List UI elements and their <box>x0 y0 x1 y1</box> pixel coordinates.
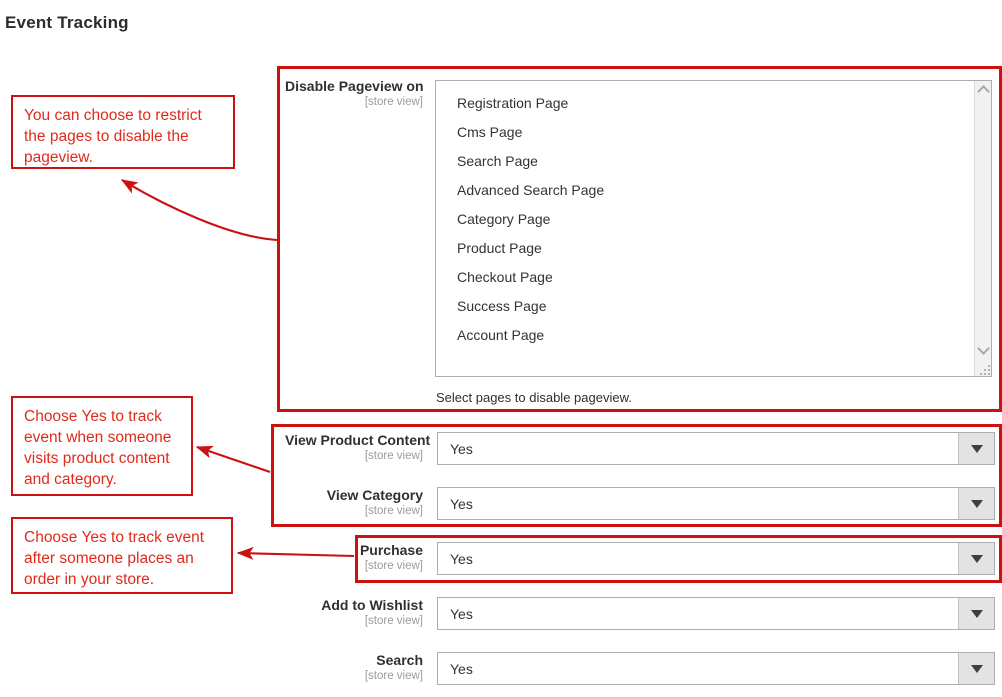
field-label-search: Search [store view] <box>285 652 437 684</box>
select-add-to-wishlist[interactable]: Yes <box>437 597 995 630</box>
multiselect-option-list[interactable]: Registration Page Cms Page Search Page A… <box>436 81 974 376</box>
list-item[interactable]: Registration Page <box>436 89 974 118</box>
form-row-disable-pageview: Disable Pageview on [store view] <box>285 78 437 110</box>
page-title: Event Tracking <box>5 13 129 33</box>
select-view-product-content[interactable]: Yes <box>437 432 995 465</box>
chevron-down-icon[interactable] <box>958 598 994 629</box>
annotation-note-view-content: Choose Yes to track event when someone v… <box>11 396 193 496</box>
field-label-text: Purchase <box>285 542 423 558</box>
chevron-down-icon[interactable] <box>958 653 994 684</box>
list-item[interactable]: Checkout Page <box>436 263 974 292</box>
list-item[interactable]: Success Page <box>436 292 974 321</box>
form-row-search: Search [store view] Yes <box>285 652 995 685</box>
field-label-purchase: Purchase [store view] <box>285 542 437 574</box>
list-item[interactable]: Account Page <box>436 321 974 350</box>
list-item[interactable]: Advanced Search Page <box>436 176 974 205</box>
select-value: Yes <box>438 661 473 677</box>
arrow-to-view-content-note <box>197 447 270 472</box>
select-value: Yes <box>438 441 473 457</box>
select-view-category[interactable]: Yes <box>437 487 995 520</box>
chevron-up-icon[interactable] <box>975 82 991 99</box>
select-value: Yes <box>438 551 473 567</box>
arrow-to-pageview-note <box>122 180 277 240</box>
field-label-text: View Category <box>285 487 423 503</box>
list-item[interactable]: Search Page <box>436 147 974 176</box>
field-label-view-product-content: View Product Content [store view] <box>285 432 437 464</box>
chevron-down-icon[interactable] <box>975 341 991 358</box>
select-value: Yes <box>438 496 473 512</box>
select-search[interactable]: Yes <box>437 652 995 685</box>
list-item[interactable]: Category Page <box>436 205 974 234</box>
field-label-text: View Product Content <box>285 432 423 448</box>
field-scope-text: [store view] <box>285 95 423 110</box>
list-item[interactable]: Cms Page <box>436 118 974 147</box>
field-label-view-category: View Category [store view] <box>285 487 437 519</box>
field-scope-text: [store view] <box>285 614 423 629</box>
field-scope-text: [store view] <box>285 504 423 519</box>
field-label-disable-pageview: Disable Pageview on [store view] <box>285 78 437 110</box>
chevron-down-icon[interactable] <box>958 488 994 519</box>
form-row-view-product-content: View Product Content [store view] Yes <box>285 432 995 465</box>
list-item[interactable]: Product Page <box>436 234 974 263</box>
disable-pageview-multiselect[interactable]: Registration Page Cms Page Search Page A… <box>435 80 992 377</box>
multiselect-help-text: Select pages to disable pageview. <box>436 390 632 405</box>
annotation-note-pageview: You can choose to restrict the pages to … <box>11 95 235 169</box>
chevron-down-icon[interactable] <box>958 433 994 464</box>
form-row-view-category: View Category [store view] Yes <box>285 487 995 520</box>
field-label-text: Search <box>285 652 423 668</box>
field-scope-text: [store view] <box>285 449 423 464</box>
select-value: Yes <box>438 606 473 622</box>
annotation-note-purchase: Choose Yes to track event after someone … <box>11 517 233 594</box>
multiselect-scrollbar[interactable] <box>974 81 991 376</box>
field-scope-text: [store view] <box>285 559 423 574</box>
field-scope-text: [store view] <box>285 669 423 684</box>
resize-grip-icon[interactable] <box>980 365 990 375</box>
field-label-text: Disable Pageview on <box>285 78 423 94</box>
form-row-add-to-wishlist: Add to Wishlist [store view] Yes <box>285 597 995 630</box>
select-purchase[interactable]: Yes <box>437 542 995 575</box>
chevron-down-icon[interactable] <box>958 543 994 574</box>
field-label-add-to-wishlist: Add to Wishlist [store view] <box>285 597 437 629</box>
form-row-purchase: Purchase [store view] Yes <box>285 542 995 575</box>
field-label-text: Add to Wishlist <box>285 597 423 613</box>
